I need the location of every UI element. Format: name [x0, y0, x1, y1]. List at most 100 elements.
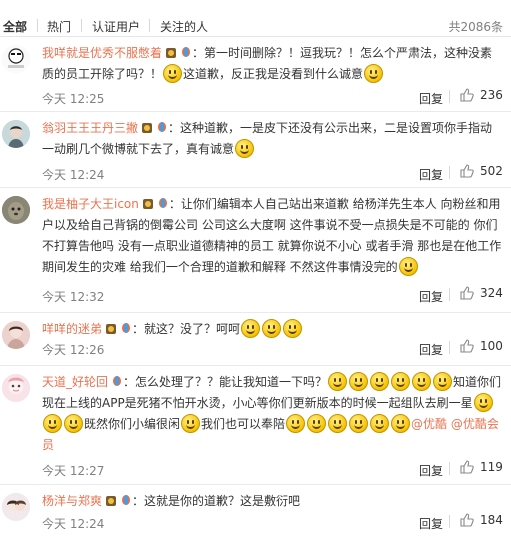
reply-button[interactable]: 回复 — [419, 166, 443, 183]
action-divider — [449, 166, 450, 179]
comment-text: 我咩就是优秀不服憋着 ：第一时间删除？！逗我玩？！怎么个严肃法，这种没素质的员工开… — [42, 43, 503, 85]
comment-timestamp: 今天 12:32 — [42, 290, 105, 304]
smile-emoji-icon — [328, 414, 348, 433]
reply-button[interactable]: 回复 — [419, 288, 443, 305]
tab-divider — [37, 19, 38, 32]
like-button[interactable]: 236 — [460, 88, 503, 102]
smile-emoji-icon — [43, 414, 62, 433]
smile-emoji-icon — [181, 414, 201, 433]
medal-badge-icon — [105, 493, 117, 506]
smile-emoji-icon — [412, 372, 432, 391]
comment-item: 咩咩的迷弟 ：就这？没了？呵呵 今天 12:26 回复 100 — [0, 313, 511, 366]
like-count: 100 — [480, 339, 503, 353]
comment-timestamp: 今天 12:26 — [42, 343, 105, 357]
tab-verified-users[interactable]: 认证用户 — [92, 18, 140, 35]
comment-text: 杨洋与郑爽 ：这就是你的道歉？这是敷衍吧 — [42, 491, 503, 512]
comment-item: 翁羽王王王丹三撇 ：这种道歉，一是皮下还没有公示出来，二是设置项你手指动一动刷几个… — [0, 112, 511, 188]
comment-item: 天道_好轮回 ：怎么处理了？？能让我知道一下吗？ 知道你们现在上线的APP是死猪不怕… — [0, 366, 511, 485]
thumb-up-icon — [460, 164, 474, 178]
comment-username[interactable]: 天道_好轮回 — [42, 375, 108, 389]
smile-emoji-icon — [391, 414, 411, 433]
avatar[interactable] — [2, 45, 30, 73]
thumb-up-icon — [460, 460, 474, 474]
balloon-badge-icon — [156, 120, 168, 132]
smile-emoji-icon — [473, 393, 493, 412]
comment-content: ：这就是你的道歉？这是敷衍吧 — [132, 494, 301, 508]
smile-emoji-icon — [370, 372, 390, 391]
smile-emoji-icon — [398, 257, 418, 276]
like-button[interactable]: 502 — [460, 164, 503, 178]
comment-filter-tabs: 全部 热门 认证用户 关注的人 共2086条 — [0, 0, 511, 37]
comment-timestamp: 今天 12:27 — [42, 464, 105, 478]
comment-timestamp: 今天 12:25 — [42, 92, 105, 106]
avatar[interactable] — [2, 120, 30, 148]
thumb-up-icon — [460, 339, 474, 353]
comment-username[interactable]: 我咩就是优秀不服憋着 — [42, 46, 162, 60]
action-divider — [449, 515, 450, 528]
comment-username[interactable]: 翁羽王王王丹三撇 — [42, 121, 138, 135]
comment-text: 翁羽王王王丹三撇 ：这种道歉，一是皮下还没有公示出来，二是设置项你手指动一动刷几个… — [42, 118, 503, 160]
comment-text: 我是柚子大王icon ：让你们编辑本人自己站出来道歉 给杨洋先生本人 向粉丝和用户… — [42, 194, 503, 278]
comment-username[interactable]: 咩咩的迷弟 — [42, 322, 102, 336]
thumb-up-icon — [460, 513, 474, 527]
like-button[interactable]: 324 — [460, 286, 503, 300]
smile-emoji-icon — [64, 414, 83, 433]
comment-timestamp: 今天 12:24 — [42, 168, 105, 182]
tab-divider — [81, 19, 82, 32]
like-count: 119 — [480, 460, 503, 474]
comment-username[interactable]: 我是柚子大王icon — [42, 197, 139, 211]
like-count: 502 — [480, 164, 503, 178]
balloon-badge-icon — [120, 321, 132, 333]
reply-button[interactable]: 回复 — [419, 341, 443, 358]
thumb-up-icon — [460, 88, 474, 102]
comment-timestamp: 今天 12:24 — [42, 517, 105, 531]
tab-following[interactable]: 关注的人 — [160, 18, 208, 35]
like-button[interactable]: 100 — [460, 339, 503, 353]
avatar[interactable] — [2, 321, 30, 349]
reply-button[interactable]: 回复 — [419, 462, 443, 479]
like-count: 184 — [480, 513, 503, 527]
balloon-badge-icon — [111, 374, 123, 386]
comment-item: 我咩就是优秀不服憋着 ：第一时间删除？！逗我玩？！怎么个严肃法，这种没素质的员工开… — [0, 37, 511, 112]
comment-content: ：就这？没了？呵呵 — [132, 322, 241, 336]
comment-username[interactable]: 杨洋与郑爽 — [42, 494, 102, 508]
comment-total-count: 共2086条 — [448, 20, 503, 34]
smile-emoji-icon — [364, 64, 384, 83]
medal-badge-icon — [142, 196, 154, 209]
like-count: 324 — [480, 286, 503, 300]
like-count: 236 — [480, 88, 503, 102]
action-divider — [449, 462, 450, 475]
tab-all[interactable]: 全部 — [3, 18, 27, 35]
smile-emoji-icon — [286, 414, 306, 433]
medal-badge-icon — [141, 120, 153, 133]
comment-text: 咩咩的迷弟 ：就这？没了？呵呵 — [42, 319, 503, 340]
action-divider — [449, 90, 450, 103]
tab-hot[interactable]: 热门 — [47, 18, 71, 35]
smile-emoji-icon — [283, 319, 303, 338]
smile-emoji-icon — [391, 372, 411, 391]
medal-badge-icon — [165, 45, 177, 58]
smile-emoji-icon — [433, 372, 453, 391]
action-divider — [449, 288, 450, 301]
smile-emoji-icon — [241, 319, 261, 338]
smile-emoji-icon — [370, 414, 390, 433]
avatar[interactable] — [2, 374, 30, 402]
comment-content: ：怎么处理了？？能让我知道一下吗？ — [123, 375, 328, 389]
reply-button[interactable]: 回复 — [419, 90, 443, 107]
avatar[interactable] — [2, 493, 30, 521]
smile-emoji-icon — [349, 414, 369, 433]
smile-emoji-icon — [349, 372, 369, 391]
medal-badge-icon — [105, 321, 117, 334]
avatar[interactable] — [2, 196, 30, 224]
like-button[interactable]: 119 — [460, 460, 503, 474]
comment-content: 这道歉，反正我是没看到什么诚意 — [183, 67, 364, 81]
comment-content: 我们也可以奉陪 — [201, 417, 286, 431]
reply-button[interactable]: 回复 — [419, 515, 443, 532]
thumb-up-icon — [460, 286, 474, 300]
action-divider — [449, 341, 450, 354]
smile-emoji-icon — [235, 139, 255, 158]
balloon-badge-icon — [120, 493, 132, 505]
smile-emoji-icon — [328, 372, 348, 391]
tab-divider — [149, 19, 150, 32]
like-button[interactable]: 184 — [460, 513, 503, 527]
